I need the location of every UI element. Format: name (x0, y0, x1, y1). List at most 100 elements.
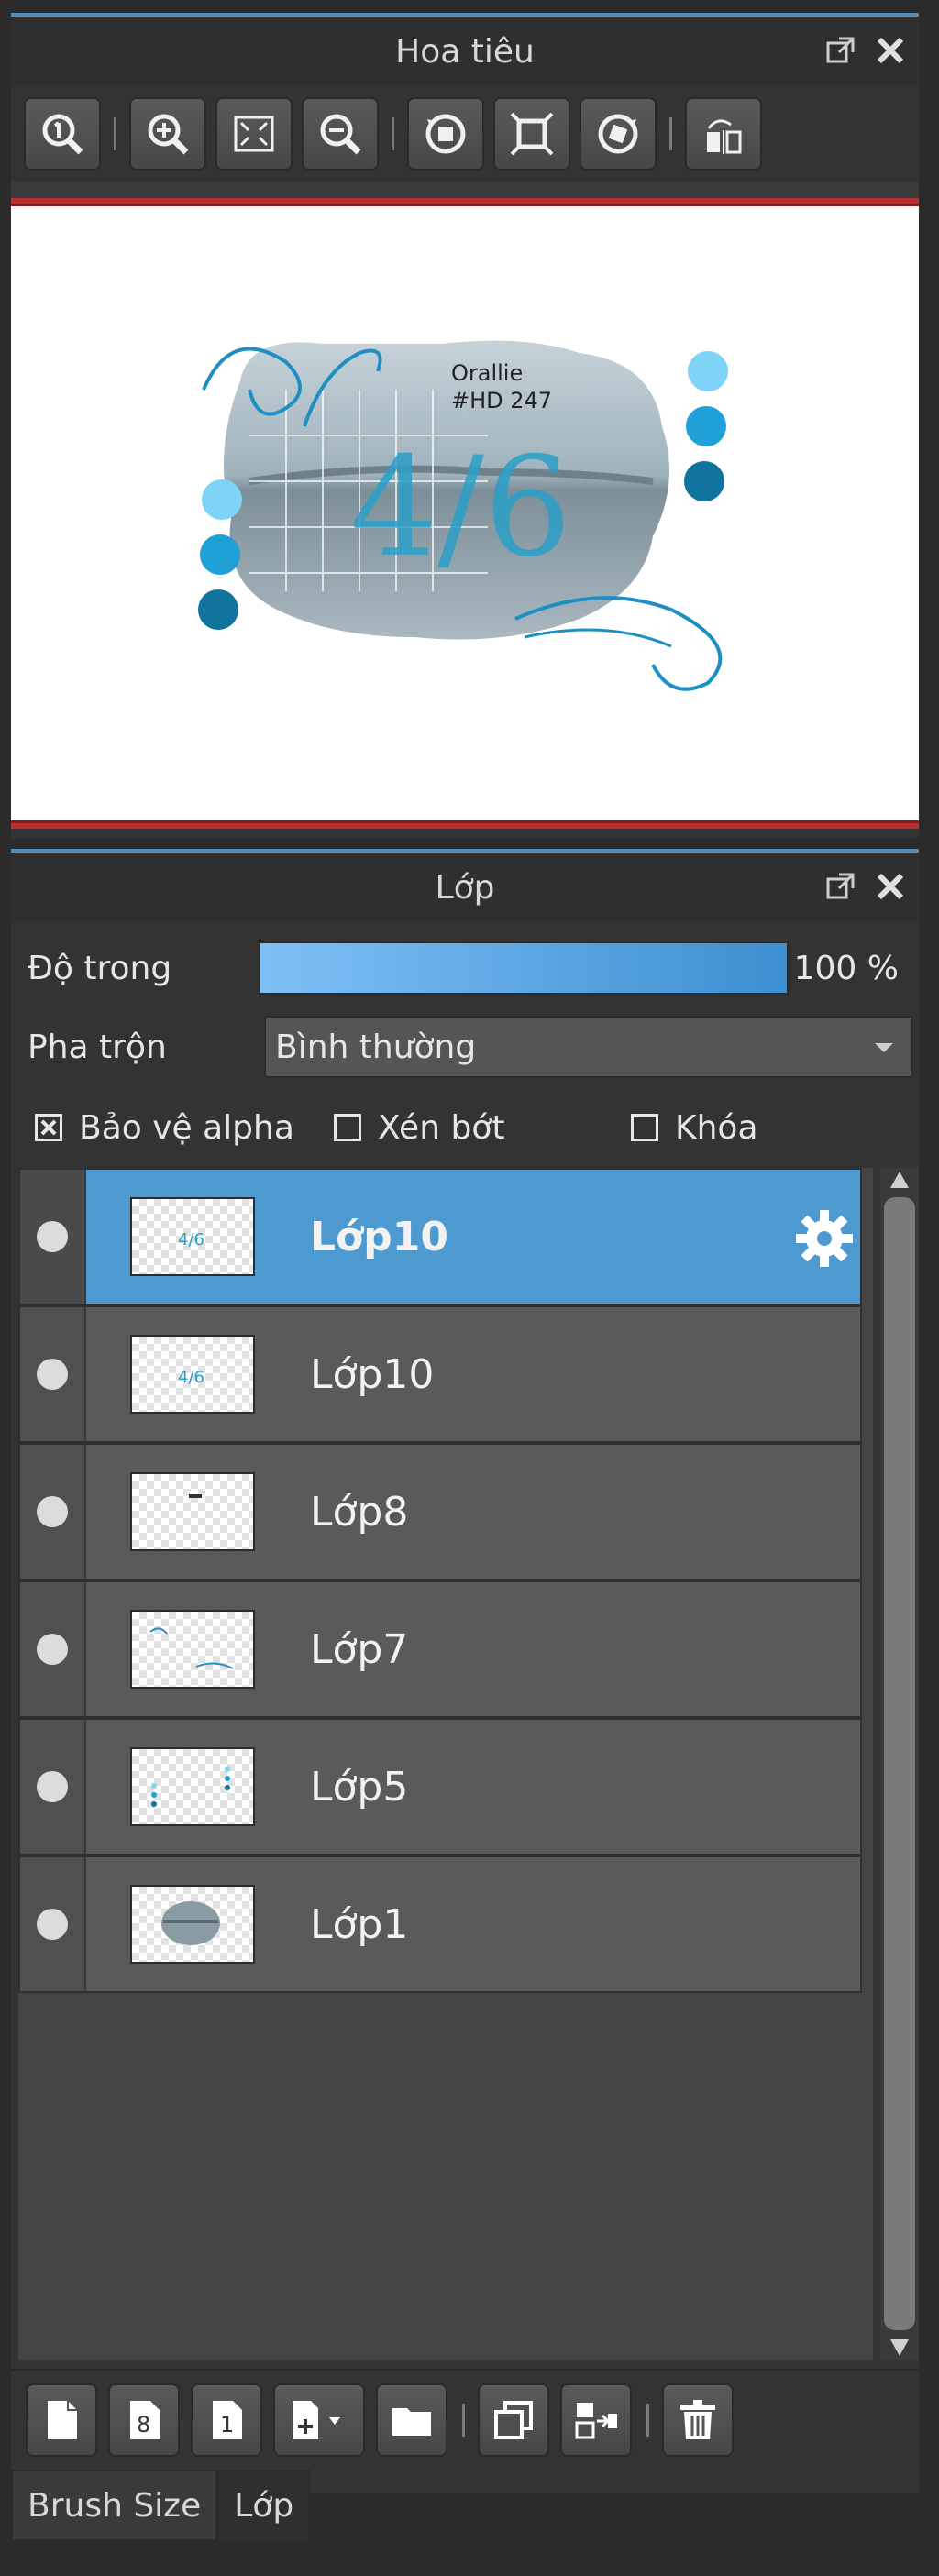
layer-thumbnail: 4/6 (130, 1335, 255, 1414)
navigator-preview-frame[interactable]: 4/6 Orallie #HD 247 (11, 198, 919, 829)
protect-alpha-checkbox[interactable]: Bảo vệ alpha (35, 1109, 294, 1147)
new-1bit-layer-button[interactable]: 1 (191, 2383, 262, 2457)
layer-name: Lớp8 (310, 1488, 409, 1536)
zoom-out-button[interactable] (302, 97, 379, 171)
scroll-up-icon[interactable] (890, 1172, 909, 1188)
artwork-signature: Orallie (451, 360, 523, 386)
zoom-in-button[interactable] (129, 97, 206, 171)
checkbox-empty-icon (631, 1114, 658, 1141)
layer-panel: Lớp Độ trong 100 % Pha trộn Bình thường (11, 849, 919, 2493)
artwork-code: #HD 247 (451, 388, 552, 413)
add-layer-menu-icon (293, 2401, 340, 2439)
layer-name: Lớp7 (310, 1625, 409, 1673)
layer-thumbnail: 4/6 (130, 1197, 255, 1276)
layer-thumbnail (130, 1747, 255, 1826)
visibility-dot-icon (37, 1496, 68, 1527)
blend-mode-select[interactable]: Bình thường (264, 1016, 913, 1078)
close-icon[interactable] (875, 35, 906, 66)
visibility-toggle[interactable] (20, 1170, 86, 1304)
layer-row[interactable]: 4/6 Lớp10 (18, 1168, 862, 1305)
delete-layer-button[interactable] (662, 2383, 734, 2457)
add-layer-menu-button[interactable] (273, 2383, 365, 2457)
panel-tabs: Brush Size Lớp (11, 2466, 311, 2539)
visibility-toggle[interactable] (20, 1582, 86, 1716)
undock-icon[interactable] (825, 871, 856, 902)
artwork-preview: 4/6 Orallie #HD 247 (198, 340, 728, 691)
zoom-in-icon (148, 114, 189, 155)
toolbar-separator (114, 117, 116, 150)
duplicate-layer-button[interactable] (478, 2383, 549, 2457)
layer-row[interactable]: 4/6 Lớp10 (18, 1305, 862, 1443)
visibility-toggle[interactable] (20, 1445, 86, 1579)
tab-brush-size[interactable]: Brush Size (11, 2470, 218, 2539)
fit-screen-icon (234, 116, 274, 152)
merge-down-button[interactable] (560, 2383, 632, 2457)
fit-screen-button[interactable] (215, 97, 293, 171)
tab-layers[interactable]: Lớp (217, 2470, 311, 2539)
clipping-checkbox[interactable]: Xén bớt (334, 1109, 504, 1147)
toolbar-separator (646, 2404, 649, 2437)
new-folder-button[interactable] (376, 2383, 447, 2457)
toolbar-separator (392, 117, 394, 150)
visibility-toggle[interactable] (20, 1307, 86, 1441)
merge-down-icon (575, 2403, 617, 2439)
layer-row[interactable]: Lớp7 (18, 1580, 862, 1718)
visibility-toggle[interactable] (20, 1720, 86, 1854)
close-icon[interactable] (875, 871, 906, 902)
layer-thumbnail (130, 1885, 255, 1964)
layer-title-bar[interactable]: Lớp (11, 849, 919, 922)
layer-panel-title: Lớp (435, 868, 495, 907)
flip-horizontal-button[interactable] (685, 97, 762, 171)
opacity-slider[interactable] (259, 941, 789, 995)
rotate-right-button[interactable] (580, 97, 657, 171)
svg-text:8: 8 (137, 2412, 150, 2438)
toolbar-separator (462, 2404, 465, 2437)
scroll-down-icon[interactable] (890, 2339, 909, 2356)
gear-icon[interactable] (792, 1206, 856, 1271)
navigator-title-bar[interactable]: Hoa tiêu (11, 13, 919, 86)
new-8bit-layer-button[interactable]: 8 (108, 2383, 180, 2457)
opacity-label: Độ trong (28, 949, 172, 987)
zoom-actual-icon (42, 114, 83, 155)
layer-list[interactable]: 4/6 Lớp10 4/6 Lớp10 Lớp8 Lớp7 Lớp5 Lớp1 (18, 1168, 873, 2360)
layer-name: Lớp10 (310, 1213, 448, 1260)
new-1bit-layer-icon: 1 (213, 2401, 242, 2439)
layer-scrollbar[interactable] (880, 1168, 919, 2360)
new-layer-button[interactable] (26, 2383, 97, 2457)
layer-name: Lớp10 (310, 1350, 435, 1398)
protect-alpha-label: Bảo vệ alpha (79, 1108, 294, 1147)
blend-mode-value: Bình thường (275, 1028, 477, 1066)
visibility-dot-icon (37, 1771, 68, 1802)
toolbar-gap (11, 182, 919, 200)
zoom-actual-button[interactable] (24, 97, 101, 171)
opacity-row: Độ trong 100 % (11, 933, 919, 1003)
blend-label: Pha trộn (28, 1028, 167, 1066)
fit-canvas-button[interactable] (493, 97, 570, 171)
toolbar-separator (669, 117, 672, 150)
duplicate-layer-icon (494, 2401, 533, 2439)
svg-text:4/6: 4/6 (178, 1230, 204, 1249)
layer-name: Lớp5 (310, 1763, 409, 1811)
svg-text:1: 1 (220, 2412, 234, 2438)
navigator-title: Hoa tiêu (395, 32, 535, 71)
undock-icon[interactable] (825, 35, 856, 66)
visibility-dot-icon (37, 1909, 68, 1940)
layer-row[interactable]: Lớp5 (18, 1718, 862, 1855)
visibility-toggle[interactable] (20, 1857, 86, 1991)
delete-layer-icon (680, 2400, 715, 2439)
scroll-thumb[interactable] (884, 1197, 915, 2330)
artwork-title: 4/6 (350, 428, 571, 588)
rotate-left-button[interactable] (407, 97, 484, 171)
new-8bit-layer-icon: 8 (130, 2401, 160, 2439)
layer-row[interactable]: Lớp8 (18, 1443, 862, 1580)
checkbox-empty-icon (334, 1114, 361, 1141)
lock-checkbox[interactable]: Khóa (631, 1109, 758, 1147)
svg-text:4/6: 4/6 (178, 1368, 204, 1387)
opacity-value: 100 % (793, 949, 899, 987)
layer-row[interactable]: Lớp1 (18, 1855, 862, 1993)
visibility-dot-icon (37, 1634, 68, 1665)
navigator-panel: Hoa tiêu 4/6 Orallie #HD 247 (11, 13, 919, 838)
rotate-left-icon (425, 114, 466, 154)
folder-icon (392, 2408, 431, 2436)
navigator-preview[interactable]: 4/6 Orallie #HD 247 (11, 204, 919, 823)
